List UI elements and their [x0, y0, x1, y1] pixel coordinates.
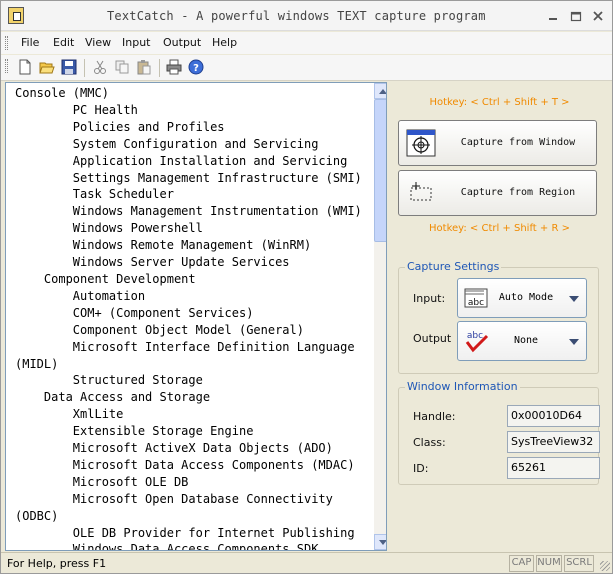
- tree-item[interactable]: Structured Storage: [15, 372, 370, 389]
- save-icon[interactable]: [61, 59, 77, 75]
- print-icon[interactable]: [166, 59, 182, 75]
- tree-item[interactable]: COM+ (Component Services): [15, 305, 370, 322]
- window-info-group: Window Information Handle: 0x00010D64 Cl…: [398, 380, 600, 485]
- maximize-icon[interactable]: [570, 10, 582, 22]
- tree-item[interactable]: Microsoft Open Database Connectivity: [15, 491, 370, 508]
- paste-icon[interactable]: [136, 59, 152, 75]
- tree-item[interactable]: Data Access and Storage: [15, 389, 370, 406]
- id-field: 65261: [507, 457, 600, 479]
- capture-region-button[interactable]: Capture from Region: [398, 170, 597, 216]
- new-file-icon[interactable]: [17, 59, 33, 75]
- scroll-up-icon[interactable]: [374, 83, 386, 99]
- tree-item[interactable]: Component Object Model (General): [15, 322, 370, 339]
- menu-help[interactable]: Help: [212, 36, 237, 49]
- title-bar: TextCatch - A powerful windows TEXT capt…: [1, 1, 612, 31]
- tree-item[interactable]: XmlLite: [15, 406, 370, 423]
- toolbar: ?: [1, 55, 612, 81]
- tree-item[interactable]: Windows Data Access Components SDK: [15, 541, 370, 550]
- menu-view[interactable]: View: [85, 36, 111, 49]
- menu-output[interactable]: Output: [163, 36, 201, 49]
- input-label: Input:: [413, 292, 446, 305]
- tree-item[interactable]: (MIDL): [15, 356, 370, 373]
- chevron-down-icon[interactable]: [569, 296, 579, 302]
- help-icon[interactable]: ?: [188, 59, 204, 75]
- id-label: ID:: [413, 462, 429, 475]
- hotkey-window-label: Hotkey: < Ctrl + Shift + T >: [429, 97, 570, 108]
- svg-text:abc: abc: [468, 298, 484, 308]
- tree-item[interactable]: PC Health: [15, 102, 370, 119]
- scroll-thumb[interactable]: [374, 99, 386, 242]
- toolbar-separator: [84, 59, 85, 77]
- capture-settings-group: Capture Settings Input: abc Auto Mode Ou…: [398, 260, 599, 374]
- hotkey-region-label: Hotkey: < Ctrl + Shift + R >: [429, 223, 570, 234]
- minimize-icon[interactable]: [547, 10, 559, 22]
- cut-icon[interactable]: [92, 59, 108, 75]
- tree-item[interactable]: Microsoft Data Access Components (MDAC): [15, 457, 370, 474]
- tree-item[interactable]: Windows Powershell: [15, 220, 370, 237]
- close-icon[interactable]: [592, 10, 604, 22]
- toolbar-grip[interactable]: [5, 59, 8, 73]
- input-mode-value: Auto Mode: [498, 292, 554, 303]
- scroll-down-icon[interactable]: [374, 534, 386, 550]
- captured-text: Console (MMC) PC Health Policies and Pro…: [15, 85, 370, 550]
- tree-item[interactable]: Windows Server Update Services: [15, 254, 370, 271]
- tree-item[interactable]: Automation: [15, 288, 370, 305]
- tree-item[interactable]: Settings Management Infrastructure (SMI): [15, 170, 370, 187]
- menu-file[interactable]: File: [21, 36, 39, 49]
- caps-indicator: CAP: [509, 555, 534, 572]
- resize-grip-icon[interactable]: [600, 561, 610, 571]
- text-input-icon: abc: [464, 285, 490, 311]
- app-icon[interactable]: [8, 7, 24, 24]
- tree-item[interactable]: Task Scheduler: [15, 186, 370, 203]
- captured-text-area[interactable]: Console (MMC) PC Health Policies and Pro…: [5, 82, 387, 551]
- chevron-down-icon[interactable]: [569, 339, 579, 345]
- tree-item[interactable]: Microsoft OLE DB: [15, 474, 370, 491]
- toolbar-separator: [159, 59, 160, 77]
- output-mode-value: None: [513, 335, 539, 346]
- num-indicator: NUM: [536, 555, 562, 572]
- status-text: For Help, press F1: [7, 557, 107, 570]
- menu-bar: File Edit View Input Output Help: [1, 32, 612, 54]
- window-title: TextCatch - A powerful windows TEXT capt…: [107, 9, 486, 23]
- scroll-indicator: SCRL: [564, 555, 594, 572]
- tree-item[interactable]: Microsoft Interface Definition Language: [15, 339, 370, 356]
- control-panel: Hotkey: < Ctrl + Shift + T > Capture fro…: [390, 82, 609, 551]
- copy-icon[interactable]: [114, 59, 130, 75]
- spell-check-icon: abc: [464, 328, 490, 354]
- tree-item[interactable]: Microsoft ActiveX Data Objects (ADO): [15, 440, 370, 457]
- capture-settings-title: Capture Settings: [405, 260, 502, 273]
- menu-input[interactable]: Input: [122, 36, 150, 49]
- class-field: SysTreeView32: [507, 431, 600, 453]
- input-mode-select[interactable]: abc Auto Mode: [457, 278, 587, 318]
- handle-field: 0x00010D64: [507, 405, 600, 427]
- tree-item[interactable]: Console (MMC): [15, 85, 370, 102]
- capture-window-label: Capture from Window: [460, 137, 576, 148]
- menu-grip[interactable]: [5, 36, 8, 50]
- tree-item[interactable]: Windows Remote Management (WinRM): [15, 237, 370, 254]
- app-window: TextCatch - A powerful windows TEXT capt…: [0, 0, 613, 574]
- output-label: Output: [413, 332, 452, 345]
- status-bar: For Help, press F1 CAP NUM SCRL: [1, 552, 612, 573]
- tree-item[interactable]: Application Installation and Servicing: [15, 153, 370, 170]
- tree-item[interactable]: Component Development: [15, 271, 370, 288]
- tree-item[interactable]: OLE DB Provider for Internet Publishing: [15, 525, 370, 542]
- tree-item[interactable]: Windows Management Instrumentation (WMI): [15, 203, 370, 220]
- target-window-icon: [406, 129, 436, 157]
- tree-item[interactable]: Policies and Profiles: [15, 119, 370, 136]
- window-info-title: Window Information: [405, 380, 520, 393]
- menu-edit[interactable]: Edit: [53, 36, 74, 49]
- handle-label: Handle:: [413, 410, 456, 423]
- tree-item[interactable]: System Configuration and Servicing: [15, 136, 370, 153]
- open-folder-icon[interactable]: [39, 59, 55, 75]
- svg-text:?: ?: [193, 63, 199, 74]
- tree-item[interactable]: (ODBC): [15, 508, 370, 525]
- region-select-icon: [406, 179, 436, 207]
- class-label: Class:: [413, 436, 446, 449]
- tree-item[interactable]: Extensible Storage Engine: [15, 423, 370, 440]
- capture-region-label: Capture from Region: [460, 187, 576, 198]
- vertical-scrollbar[interactable]: [374, 83, 386, 550]
- capture-window-button[interactable]: Capture from Window: [398, 120, 597, 166]
- output-mode-select[interactable]: abc None: [457, 321, 587, 361]
- svg-text:abc: abc: [467, 331, 483, 341]
